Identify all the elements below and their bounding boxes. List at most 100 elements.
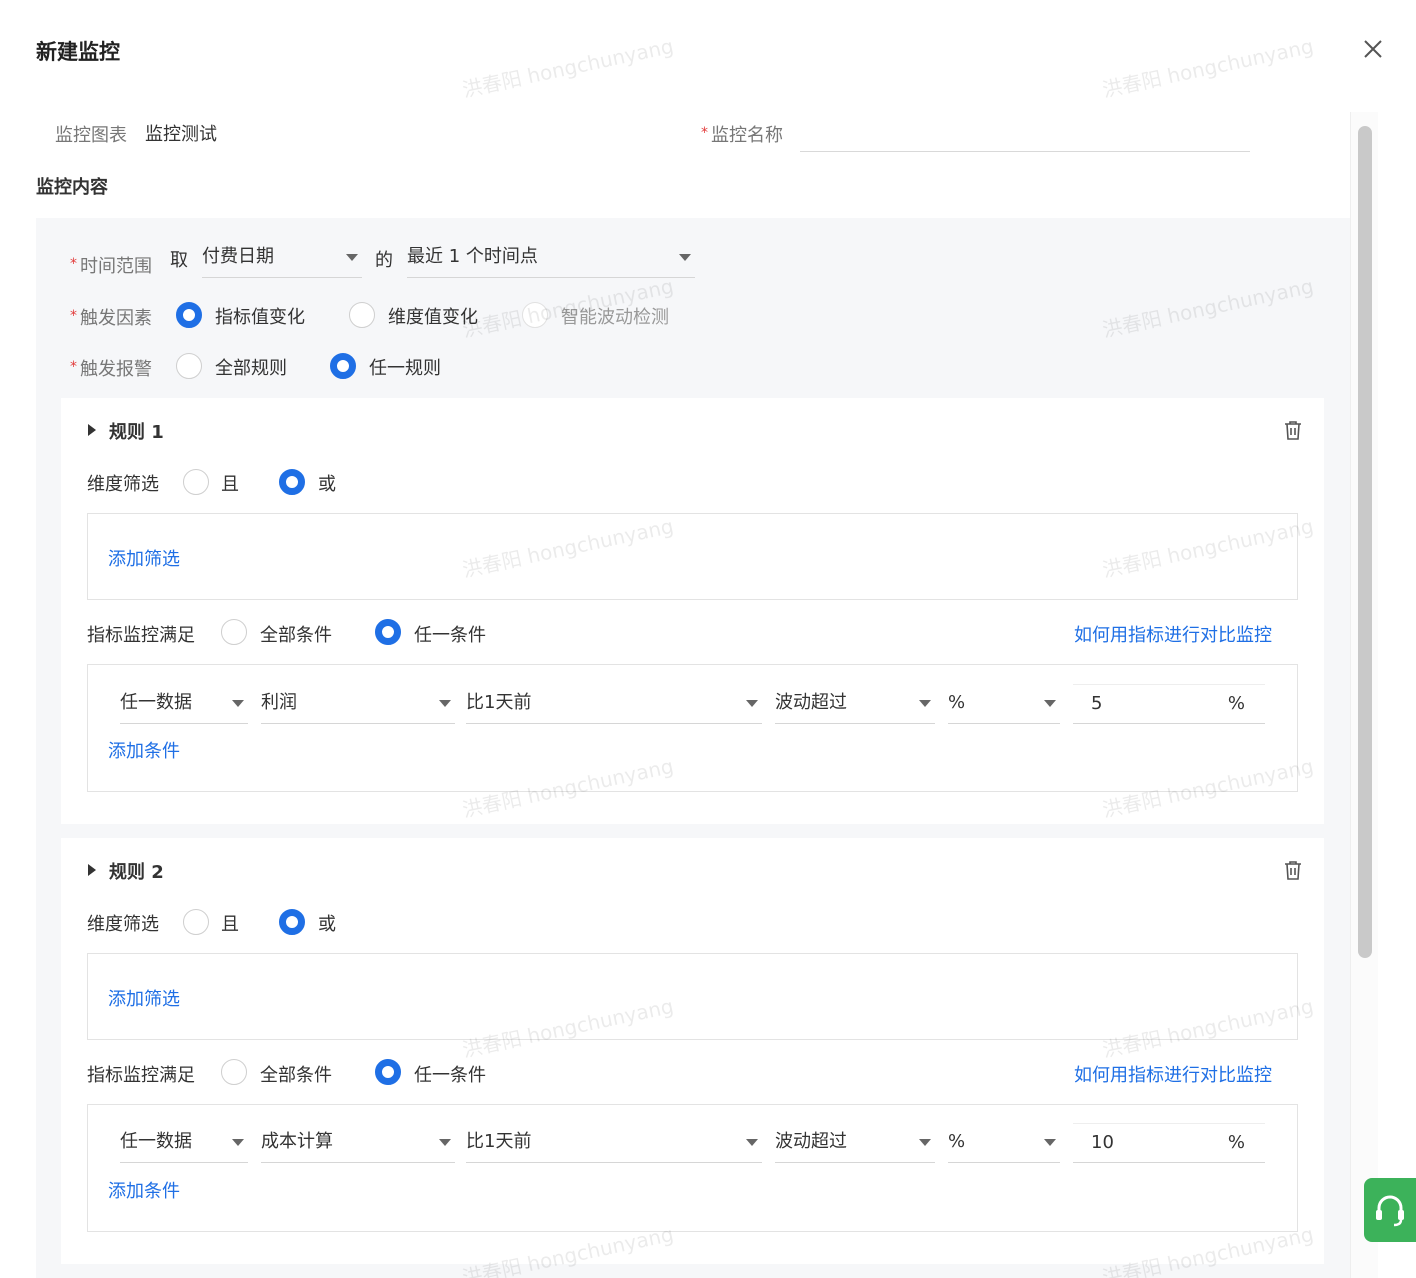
watermark: 洪春阳 hongchunyang xyxy=(1100,33,1316,103)
radio-all-conditions[interactable] xyxy=(221,1059,247,1085)
chevron-down-icon xyxy=(232,1139,244,1146)
threshold-suffix: % xyxy=(1227,693,1245,714)
alarm-label: * 触发报警 xyxy=(70,359,152,380)
time-point-value: 最近 1 个时间点 xyxy=(407,246,538,267)
rule-title: 规则 2 xyxy=(109,862,164,883)
compare-value: 比1天前 xyxy=(466,692,532,713)
date-field-select[interactable]: 付费日期 xyxy=(202,238,362,278)
threshold-value: 10 xyxy=(1091,1132,1114,1153)
take-text: 取 xyxy=(170,250,188,271)
dim-option-and[interactable]: 且 xyxy=(221,910,239,936)
chevron-down-icon xyxy=(746,1139,758,1146)
trash-icon[interactable] xyxy=(1284,860,1302,884)
unit-value: % xyxy=(948,692,966,713)
metric-option-any[interactable]: 任一条件 xyxy=(414,621,486,647)
scope-select[interactable]: 任一数据 xyxy=(120,1123,248,1163)
chevron-down-icon xyxy=(679,254,691,261)
filter-box xyxy=(87,953,1298,1040)
chevron-down-icon xyxy=(1044,1139,1056,1146)
dim-filter-label: 维度筛选 xyxy=(87,474,159,495)
scope-value: 任一数据 xyxy=(120,1131,192,1152)
operator-select[interactable]: 波动超过 xyxy=(775,684,935,724)
name-label: * 监控名称 xyxy=(701,125,783,146)
operator-select[interactable]: 波动超过 xyxy=(775,1123,935,1163)
add-filter-link[interactable]: 添加筛选 xyxy=(108,545,180,571)
chevron-down-icon xyxy=(1044,700,1056,707)
radio-and[interactable] xyxy=(183,469,209,495)
add-condition-link[interactable]: 添加条件 xyxy=(108,1177,180,1203)
close-icon[interactable] xyxy=(1362,38,1384,60)
radio-or[interactable] xyxy=(279,909,305,935)
customer-service-button[interactable] xyxy=(1364,1178,1416,1242)
threshold-value: 5 xyxy=(1091,693,1103,714)
radio-and[interactable] xyxy=(183,909,209,935)
scrollbar-thumb[interactable] xyxy=(1358,126,1372,958)
dim-option-and[interactable]: 且 xyxy=(221,470,239,496)
threshold-suffix: % xyxy=(1227,1132,1245,1153)
radio-all-rules[interactable] xyxy=(176,353,202,379)
trigger-option-metric-change[interactable]: 指标值变化 xyxy=(215,303,305,329)
metric-value: 成本计算 xyxy=(261,1131,333,1152)
section-title: 监控内容 xyxy=(36,177,108,198)
chart-label: 监控图表 xyxy=(55,125,127,146)
help-compare-link[interactable]: 如何用指标进行对比监控 xyxy=(1074,1061,1272,1087)
dim-filter-label: 维度筛选 xyxy=(87,914,159,935)
alarm-option-any[interactable]: 任一规则 xyxy=(369,354,441,380)
unit-select[interactable]: % xyxy=(948,1123,1060,1163)
trigger-option-dimension-change[interactable]: 维度值变化 xyxy=(388,303,478,329)
scope-value: 任一数据 xyxy=(120,692,192,713)
radio-any-condition[interactable] xyxy=(375,619,401,645)
trigger-option-smart-detection[interactable]: 智能波动检测 xyxy=(561,303,669,329)
chevron-down-icon xyxy=(439,1139,451,1146)
dialog-title: 新建监控 xyxy=(36,40,120,64)
operator-value: 波动超过 xyxy=(775,692,847,713)
dim-option-or[interactable]: 或 xyxy=(318,910,336,936)
chevron-down-icon xyxy=(232,700,244,707)
metric-option-all[interactable]: 全部条件 xyxy=(260,621,332,647)
metric-value: 利润 xyxy=(261,692,297,713)
metric-condition-label: 指标监控满足 xyxy=(87,1065,195,1086)
help-compare-link[interactable]: 如何用指标进行对比监控 xyxy=(1074,621,1272,647)
dim-option-or[interactable]: 或 xyxy=(318,470,336,496)
radio-or[interactable] xyxy=(279,469,305,495)
time-range-label: * 时间范围 xyxy=(70,256,152,277)
metric-option-any[interactable]: 任一条件 xyxy=(414,1061,486,1087)
trigger-factor-label: * 触发因素 xyxy=(70,308,152,329)
rule-title: 规则 1 xyxy=(109,422,164,443)
of-text: 的 xyxy=(375,250,393,271)
alarm-option-all[interactable]: 全部规则 xyxy=(215,354,287,380)
metric-select[interactable]: 利润 xyxy=(261,684,455,724)
scope-select[interactable]: 任一数据 xyxy=(120,684,248,724)
metric-condition-label: 指标监控满足 xyxy=(87,625,195,646)
trash-icon[interactable] xyxy=(1284,420,1302,444)
radio-all-conditions[interactable] xyxy=(221,619,247,645)
add-condition-link[interactable]: 添加条件 xyxy=(108,737,180,763)
threshold-input[interactable]: 5% xyxy=(1073,684,1265,724)
chevron-down-icon xyxy=(439,700,451,707)
compare-select[interactable]: 比1天前 xyxy=(466,1123,762,1163)
watermark: 洪春阳 hongchunyang xyxy=(460,33,676,103)
time-point-select[interactable]: 最近 1 个时间点 xyxy=(407,238,695,278)
headset-icon xyxy=(1376,1195,1404,1227)
add-filter-link[interactable]: 添加筛选 xyxy=(108,985,180,1011)
chevron-down-icon xyxy=(919,700,931,707)
compare-select[interactable]: 比1天前 xyxy=(466,684,762,724)
radio-metric-change[interactable] xyxy=(176,302,202,328)
radio-any-condition[interactable] xyxy=(375,1059,401,1085)
metric-select[interactable]: 成本计算 xyxy=(261,1123,455,1163)
radio-dimension-change[interactable] xyxy=(349,302,375,328)
monitor-name-input[interactable] xyxy=(800,116,1250,152)
metric-option-all[interactable]: 全部条件 xyxy=(260,1061,332,1087)
unit-select[interactable]: % xyxy=(948,684,1060,724)
compare-value: 比1天前 xyxy=(466,1131,532,1152)
radio-smart-detection[interactable] xyxy=(522,302,548,328)
date-field-value: 付费日期 xyxy=(202,246,274,267)
chevron-down-icon xyxy=(919,1139,931,1146)
chart-value: 监控测试 xyxy=(145,124,217,145)
threshold-input[interactable]: 10% xyxy=(1073,1123,1265,1163)
caret-right-icon[interactable] xyxy=(88,424,96,436)
radio-any-rule[interactable] xyxy=(330,353,356,379)
unit-value: % xyxy=(948,1131,966,1152)
caret-right-icon[interactable] xyxy=(88,864,96,876)
filter-box xyxy=(87,513,1298,600)
